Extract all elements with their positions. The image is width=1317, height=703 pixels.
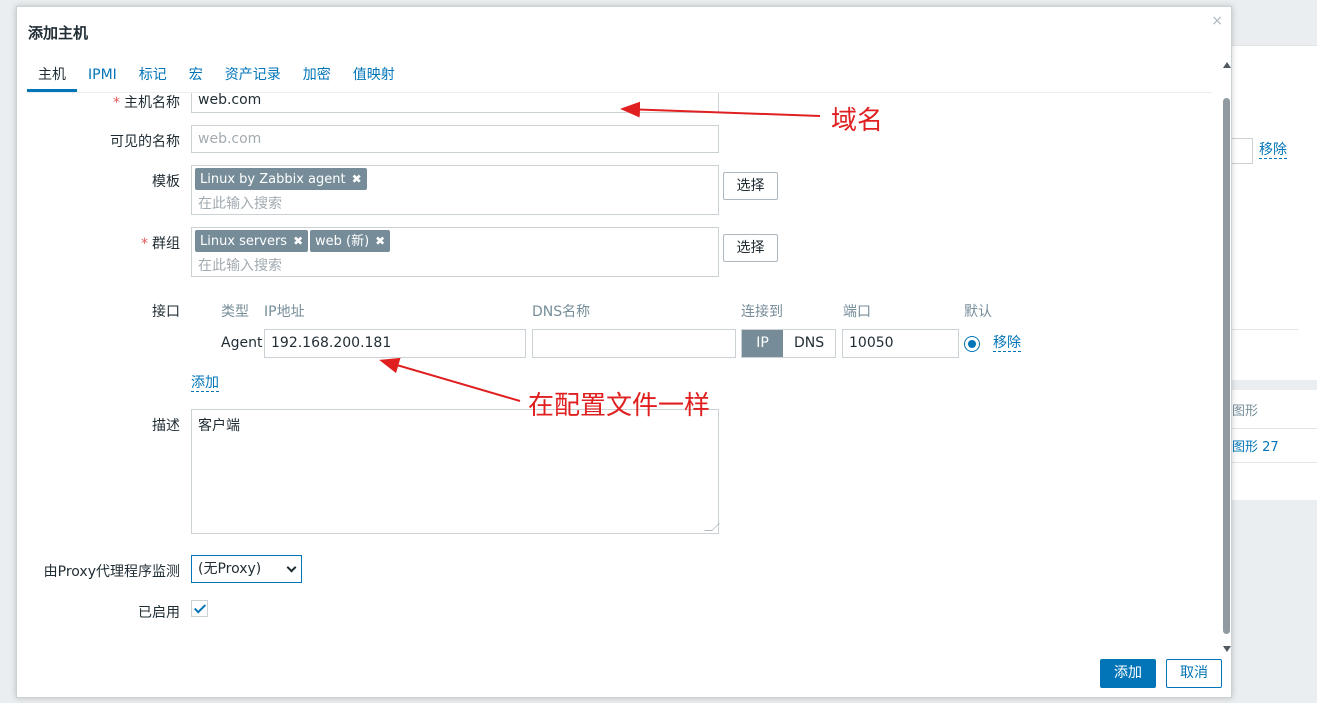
annotation-arrow-domain (620, 101, 821, 118)
annotation-arrows (379, 101, 821, 402)
annotation-arrow-config (379, 357, 521, 402)
annotation-domain: 域名 (831, 106, 884, 136)
annotation-config: 在配置文件一样 (528, 391, 711, 421)
